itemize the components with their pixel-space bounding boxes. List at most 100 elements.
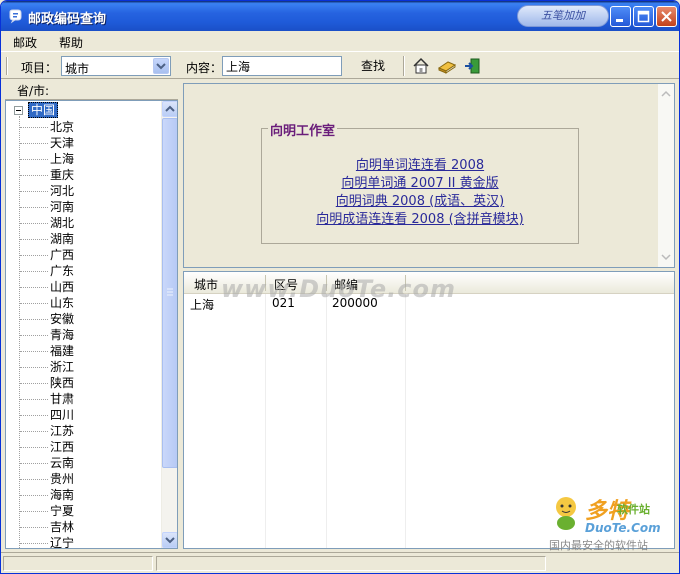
tree-item[interactable]: 福建 bbox=[50, 343, 74, 359]
tree-item[interactable]: 广东 bbox=[50, 263, 74, 279]
tree-guide bbox=[20, 287, 48, 288]
grid-line bbox=[265, 294, 266, 548]
find-button[interactable]: 查找 bbox=[353, 56, 393, 76]
window-title: 邮政编码查询 bbox=[28, 12, 107, 27]
content-label: 内容： bbox=[186, 61, 223, 75]
tree-root[interactable]: 中国 bbox=[28, 102, 59, 118]
chevron-down-icon[interactable] bbox=[153, 58, 169, 74]
info-panel: 向明工作室 向明单词连连看 2008 向明单词通 2007 II 黄金版 向明词… bbox=[183, 83, 675, 268]
tree-scrollbar[interactable] bbox=[161, 101, 177, 548]
list-header: 城市 区号 邮编 bbox=[184, 272, 674, 294]
item-select[interactable]: 城市 bbox=[61, 56, 171, 76]
tree-item[interactable]: 宁夏 bbox=[50, 503, 74, 519]
tree-collapse-icon[interactable] bbox=[14, 106, 23, 115]
tree-guide bbox=[20, 511, 48, 512]
link-dictionary[interactable]: 向明词典 2008 (成语、英汉) bbox=[262, 190, 578, 209]
grid-line bbox=[405, 294, 406, 548]
tree-guide bbox=[20, 495, 48, 496]
tree-item[interactable]: 山西 bbox=[50, 279, 74, 295]
province-tree[interactable]: 中国 北京 天津 上海 重庆 河北 河南 湖北 湖南 广西 广东 山西 山东 安徽 青海 福建 浙江 陕西 甘肃四… bbox=[5, 100, 178, 549]
tree-guide bbox=[20, 463, 48, 464]
minimize-icon bbox=[616, 19, 623, 22]
toolbar-grip[interactable] bbox=[6, 57, 8, 75]
logo-tagline: 国内最安全的软件站 bbox=[549, 539, 648, 552]
brand-badge: 五笔加加 bbox=[517, 5, 609, 27]
link-word-master[interactable]: 向明单词通 2007 II 黄金版 bbox=[262, 172, 578, 191]
studio-title: 向明工作室 bbox=[268, 120, 338, 139]
tree-item[interactable]: 河北 bbox=[50, 183, 74, 199]
close-icon bbox=[661, 11, 672, 22]
tree-guide bbox=[20, 335, 48, 336]
tree-guide bbox=[20, 223, 48, 224]
tree-item[interactable]: 北京 bbox=[50, 119, 74, 135]
menu-help[interactable]: 帮助 bbox=[59, 34, 83, 51]
menu-postal[interactable]: 邮政 bbox=[13, 34, 37, 51]
province-header: 省/市: bbox=[5, 83, 178, 100]
tree-item[interactable]: 江苏 bbox=[50, 423, 74, 439]
title-bar[interactable]: 邮政编码查询 五笔加加 bbox=[1, 1, 679, 31]
tree-item[interactable]: 浙江 bbox=[50, 359, 74, 375]
item-label: 项目： bbox=[21, 61, 58, 75]
column-city[interactable]: 城市 bbox=[194, 276, 218, 293]
tree-item[interactable]: 吉林 bbox=[50, 519, 74, 535]
tree-guide bbox=[20, 127, 48, 128]
info-scrollbar[interactable] bbox=[658, 84, 674, 267]
tree-item[interactable]: 湖北 bbox=[50, 215, 74, 231]
scroll-up-button[interactable] bbox=[162, 101, 177, 117]
tree-guide bbox=[20, 255, 48, 256]
cell-area-code: 021 bbox=[272, 296, 295, 310]
logo-url: DuoTe.Com bbox=[585, 521, 661, 535]
minimize-button[interactable] bbox=[610, 6, 631, 27]
column-divider bbox=[405, 275, 406, 291]
tree-item[interactable]: 江西 bbox=[50, 439, 74, 455]
tree-guide bbox=[20, 303, 48, 304]
column-divider bbox=[265, 275, 266, 291]
book-icon[interactable] bbox=[438, 57, 456, 75]
tree-guide bbox=[19, 116, 20, 548]
tree-guide bbox=[20, 431, 48, 432]
tree-item[interactable]: 山东 bbox=[50, 295, 74, 311]
tree-item[interactable]: 河南 bbox=[50, 199, 74, 215]
tree-guide bbox=[20, 175, 48, 176]
tree-item[interactable]: 安徽 bbox=[50, 311, 74, 327]
column-postcode[interactable]: 邮编 bbox=[334, 276, 358, 293]
tree-item[interactable]: 海南 bbox=[50, 487, 74, 503]
tree-item[interactable]: 四川 bbox=[50, 407, 74, 423]
exit-icon[interactable] bbox=[463, 57, 481, 75]
tree-item[interactable]: 云南 bbox=[50, 455, 74, 471]
column-area-code[interactable]: 区号 bbox=[274, 276, 298, 293]
scroll-down-button[interactable] bbox=[162, 532, 177, 548]
mascot-icon bbox=[556, 497, 576, 530]
tree-item[interactable]: 湖南 bbox=[50, 231, 74, 247]
chevron-up-icon bbox=[165, 105, 175, 112]
tree-guide bbox=[20, 351, 48, 352]
link-idiom-match[interactable]: 向明成语连连看 2008 (含拼音模块) bbox=[262, 208, 578, 227]
close-button[interactable] bbox=[656, 6, 677, 27]
tree-guide bbox=[20, 383, 48, 384]
tree-item[interactable]: 广西 bbox=[50, 247, 74, 263]
home-icon[interactable] bbox=[412, 57, 430, 75]
tree-item[interactable]: 青海 bbox=[50, 327, 74, 343]
toolbar-separator bbox=[403, 56, 405, 76]
tree-item[interactable]: 上海 bbox=[50, 151, 74, 167]
tree-guide bbox=[20, 367, 48, 368]
tree-guide bbox=[20, 207, 48, 208]
tree-item[interactable]: 天津 bbox=[50, 135, 74, 151]
tree-item[interactable]: 甘肃 bbox=[50, 391, 74, 407]
toolbar: 项目： 城市 内容： 查找 bbox=[1, 51, 679, 79]
scroll-thumb[interactable] bbox=[162, 118, 177, 468]
tree-item[interactable]: 贵州 bbox=[50, 471, 74, 487]
logo-sub: 软件站 bbox=[617, 503, 650, 516]
tree-guide bbox=[20, 271, 48, 272]
status-pane bbox=[156, 556, 546, 571]
link-word-match[interactable]: 向明单词连连看 2008 bbox=[262, 154, 578, 173]
content-input[interactable] bbox=[222, 56, 342, 76]
tree-guide bbox=[20, 191, 48, 192]
tree-guide bbox=[20, 159, 48, 160]
tree-item[interactable]: 重庆 bbox=[50, 167, 74, 183]
tree-item[interactable]: 辽宁 bbox=[50, 535, 74, 548]
column-divider bbox=[326, 275, 327, 291]
item-select-value: 城市 bbox=[65, 62, 90, 76]
tree-item[interactable]: 陕西 bbox=[50, 375, 74, 391]
maximize-button[interactable] bbox=[633, 6, 654, 27]
